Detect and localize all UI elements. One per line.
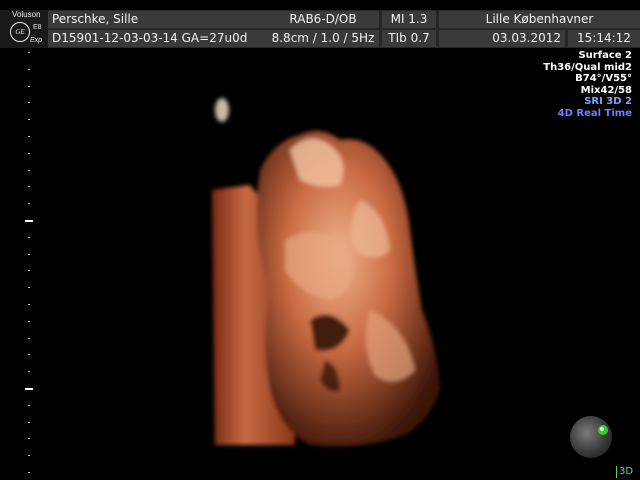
depth-tick (28, 136, 30, 137)
depth-tick (28, 472, 30, 473)
surface-mode: Surface 2 (578, 50, 632, 61)
model-edition: Exp (30, 37, 43, 44)
patient-name: Perschke, Sille (48, 11, 268, 28)
depth-tick (28, 371, 30, 373)
institution-name: Lille Københavner (439, 11, 640, 28)
image-parameters: Surface 2 Th36/Qual mid2 B74°/V55° Mix42… (543, 50, 632, 119)
acquisition-mode: 4D Real Time (557, 107, 632, 119)
depth-tick (28, 102, 30, 104)
ultrasound-screen: Voluson GE E8 Exp Perschke, Sille RAB6-D… (0, 0, 640, 480)
depth-tick (28, 186, 30, 188)
depth-tick (28, 119, 30, 121)
probe-preset: RAB6-D/OB (267, 11, 379, 28)
header-row-1: Perschke, Sille RAB6-D/OB MI 1.3 Lille K… (48, 11, 640, 29)
depth-tick (28, 287, 30, 289)
thermal-index: TIb 0.7 (382, 30, 436, 47)
depth-tick (28, 270, 30, 272)
depth-tick (28, 337, 30, 339)
depth-tick (28, 169, 30, 171)
3d-fetal-render[interactable] (190, 90, 460, 460)
view-mode-label: 3D (616, 466, 633, 478)
depth-major-tick (25, 388, 33, 390)
depth-tick (28, 152, 30, 154)
depth-tick (28, 404, 30, 406)
header-row-2: D15901-12-03-03-14 GA=27u0d 8.8cm / 1.0 … (48, 30, 640, 48)
depth-tick (28, 354, 30, 356)
depth-tick (28, 52, 30, 53)
orientation-marker-icon (598, 425, 608, 435)
header-bar: Voluson GE E8 Exp Perschke, Sille RAB6-D… (0, 10, 640, 48)
exam-date: 03.03.2012 (439, 30, 565, 47)
depth-tick (28, 438, 30, 440)
depth-tick (28, 203, 30, 205)
depth-tick (28, 320, 30, 322)
depth-tick (28, 253, 30, 255)
patient-id: D15901-12-03-03-14 GA=27u0d (48, 30, 268, 47)
ge-logo-icon: GE (10, 22, 30, 42)
render-volume (212, 98, 440, 447)
mechanical-index: MI 1.3 (382, 11, 436, 28)
exam-time: 15:14:12 (568, 30, 640, 47)
brand-logo: Voluson GE E8 Exp (0, 10, 48, 48)
threshold-quality: Th36/Qual mid2 (543, 61, 632, 73)
depth-tick (28, 68, 30, 70)
brand-name: Voluson (12, 10, 41, 19)
depth-tick (28, 455, 30, 457)
mix-ratio: Mix42/58 (580, 84, 632, 96)
depth-tick (28, 421, 30, 423)
volume-angles: B74°/V55° (575, 73, 632, 84)
depth-major-tick (25, 220, 33, 222)
depth-frequency: 8.8cm / 1.0 / 5Hz (267, 30, 379, 47)
sri-level: SRI 3D 2 (584, 96, 632, 107)
depth-tick (28, 304, 30, 305)
depth-scale (25, 52, 37, 473)
depth-tick (28, 85, 30, 87)
depth-tick (28, 236, 30, 238)
model-name: E8 (33, 24, 42, 31)
